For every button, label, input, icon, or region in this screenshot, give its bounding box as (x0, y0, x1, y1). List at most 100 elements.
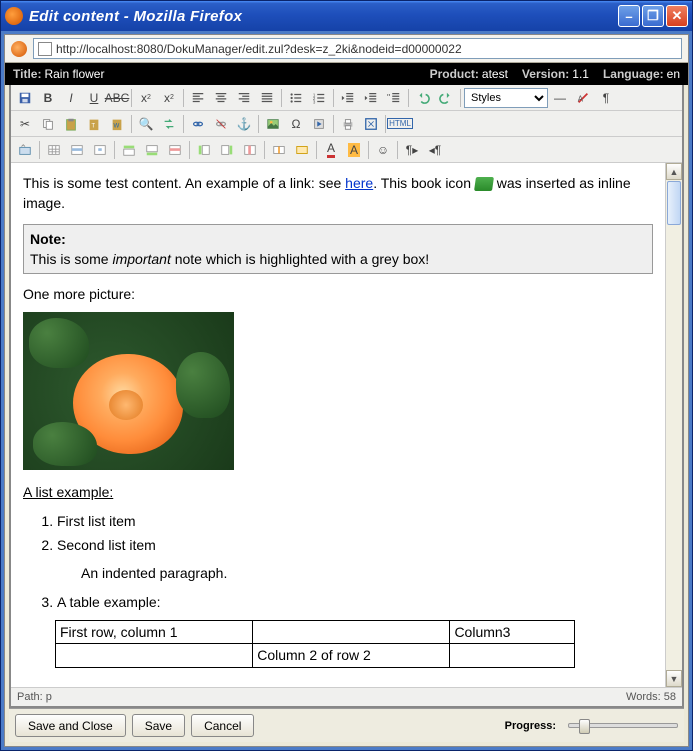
hr-button[interactable]: — (549, 87, 571, 108)
scroll-track[interactable] (666, 226, 682, 670)
toolbar-row-1: B I U ABC x2 x2 123 " Styles — A (11, 85, 682, 111)
cancel-button[interactable]: Cancel (191, 714, 254, 737)
redo-button[interactable] (435, 87, 457, 108)
superscript-button[interactable]: x2 (158, 87, 180, 108)
bold-button[interactable]: B (37, 87, 59, 108)
table-cell[interactable] (450, 644, 575, 667)
insert-row-after-button[interactable] (141, 139, 163, 160)
delete-col-button[interactable] (239, 139, 261, 160)
merge-cells-button[interactable] (291, 139, 313, 160)
paragraph-icon[interactable]: ¶ (595, 87, 617, 108)
align-center-button[interactable] (210, 87, 232, 108)
save-and-close-button[interactable]: Save and Close (15, 714, 126, 737)
ltr-button[interactable]: ¶▸ (401, 139, 423, 160)
undo-button[interactable] (412, 87, 434, 108)
print-button[interactable] (337, 113, 359, 134)
separator (131, 89, 132, 107)
fullscreen-button[interactable] (360, 113, 382, 134)
paste-button[interactable] (60, 113, 82, 134)
subscript-button[interactable]: x2 (135, 87, 157, 108)
media-button[interactable] (308, 113, 330, 134)
save-icon[interactable] (14, 87, 36, 108)
table-cell[interactable]: Column 2 of row 2 (253, 644, 450, 667)
insert-row-before-button[interactable] (118, 139, 140, 160)
scroll-up-button[interactable]: ▲ (666, 163, 682, 180)
table-cell[interactable]: First row, column 1 (56, 620, 253, 643)
window-title: Edit content - Mozilla Firefox (29, 8, 618, 25)
styles-select[interactable]: Styles (464, 88, 548, 108)
scroll-thumb[interactable] (667, 181, 681, 225)
italic-button[interactable]: I (60, 87, 82, 108)
delete-row-button[interactable] (164, 139, 186, 160)
bg-color-button[interactable]: A (343, 139, 365, 160)
progress-slider[interactable] (568, 723, 678, 728)
text-color-button[interactable]: A (320, 139, 342, 160)
maximize-button[interactable]: ❐ (642, 5, 664, 27)
strikethrough-button[interactable]: ABC (106, 87, 128, 108)
table-cell-props-button[interactable] (89, 139, 111, 160)
underline-button[interactable]: U (83, 87, 105, 108)
paste-text-button[interactable]: T (83, 113, 105, 134)
separator (264, 141, 265, 159)
ordered-list-cont: A table example: (57, 592, 653, 612)
editor-panel: B I U ABC x2 x2 123 " Styles — A (9, 85, 684, 708)
word-count: Words: 58 (626, 691, 676, 703)
close-button[interactable]: ✕ (666, 5, 688, 27)
image-button[interactable] (262, 113, 284, 134)
separator (460, 89, 461, 107)
replace-button[interactable] (158, 113, 180, 134)
table-cell[interactable]: Column3 (450, 620, 575, 643)
insert-col-after-button[interactable] (216, 139, 238, 160)
note-box: Note: This is some important note which … (23, 224, 653, 275)
outdent-button[interactable] (337, 87, 359, 108)
table-cell[interactable] (56, 644, 253, 667)
minimize-button[interactable]: – (618, 5, 640, 27)
indent-button[interactable] (360, 87, 382, 108)
cut-button[interactable]: ✂ (14, 113, 36, 134)
path-label: Path: p (17, 691, 52, 703)
anchor-button[interactable]: ⚓ (233, 113, 255, 134)
note-body: This is some important note which is hig… (30, 249, 646, 269)
align-justify-button[interactable] (256, 87, 278, 108)
titlebar[interactable]: Edit content - Mozilla Firefox – ❐ ✕ (1, 1, 692, 31)
separator (333, 89, 334, 107)
vertical-scrollbar[interactable]: ▲ ▼ (665, 163, 682, 687)
address-bar-row: http://localhost:8080/DokuManager/edit.z… (5, 35, 688, 63)
blockquote-button[interactable]: " (383, 87, 405, 108)
remove-format-button[interactable]: A (572, 87, 594, 108)
table-button[interactable] (43, 139, 65, 160)
html-button[interactable]: HTML (389, 113, 411, 134)
separator (183, 89, 184, 107)
toolbar-row-3: A A ☺ ¶▸ ◂¶ (11, 137, 682, 163)
numbered-list-button[interactable]: 123 (308, 87, 330, 108)
list-item: First list item (57, 511, 653, 531)
firefox-icon (5, 7, 23, 25)
copy-button[interactable] (37, 113, 59, 134)
toolbar-row-2: ✂ T W 🔍 ⚓ Ω HTML (11, 111, 682, 137)
metadata-bar: Title: Rain flower Product:atest Version… (5, 63, 688, 85)
split-cells-button[interactable] (268, 139, 290, 160)
address-bar[interactable]: http://localhost:8080/DokuManager/edit.z… (33, 38, 682, 59)
example-link[interactable]: here (345, 175, 373, 191)
special-char-button[interactable]: Ω (285, 113, 307, 134)
rtl-button[interactable]: ◂¶ (424, 139, 446, 160)
editor-content[interactable]: This is some test content. An example of… (11, 163, 665, 687)
save-button[interactable]: Save (132, 714, 185, 737)
table-row-props-button[interactable] (66, 139, 88, 160)
edit-css-button[interactable] (14, 139, 36, 160)
bullet-list-button[interactable] (285, 87, 307, 108)
find-button[interactable]: 🔍 (135, 113, 157, 134)
align-right-button[interactable] (233, 87, 255, 108)
link-button[interactable] (187, 113, 209, 134)
insert-col-before-button[interactable] (193, 139, 215, 160)
align-left-button[interactable] (187, 87, 209, 108)
scroll-down-button[interactable]: ▼ (666, 670, 682, 687)
editor-status-bar: Path: p Words: 58 (11, 687, 682, 706)
paste-word-button[interactable]: W (106, 113, 128, 134)
separator (258, 115, 259, 133)
slider-knob[interactable] (579, 719, 590, 734)
unlink-button[interactable] (210, 113, 232, 134)
emoticon-button[interactable]: ☺ (372, 139, 394, 160)
title-label: Title: (13, 67, 41, 81)
table-cell[interactable] (253, 620, 450, 643)
